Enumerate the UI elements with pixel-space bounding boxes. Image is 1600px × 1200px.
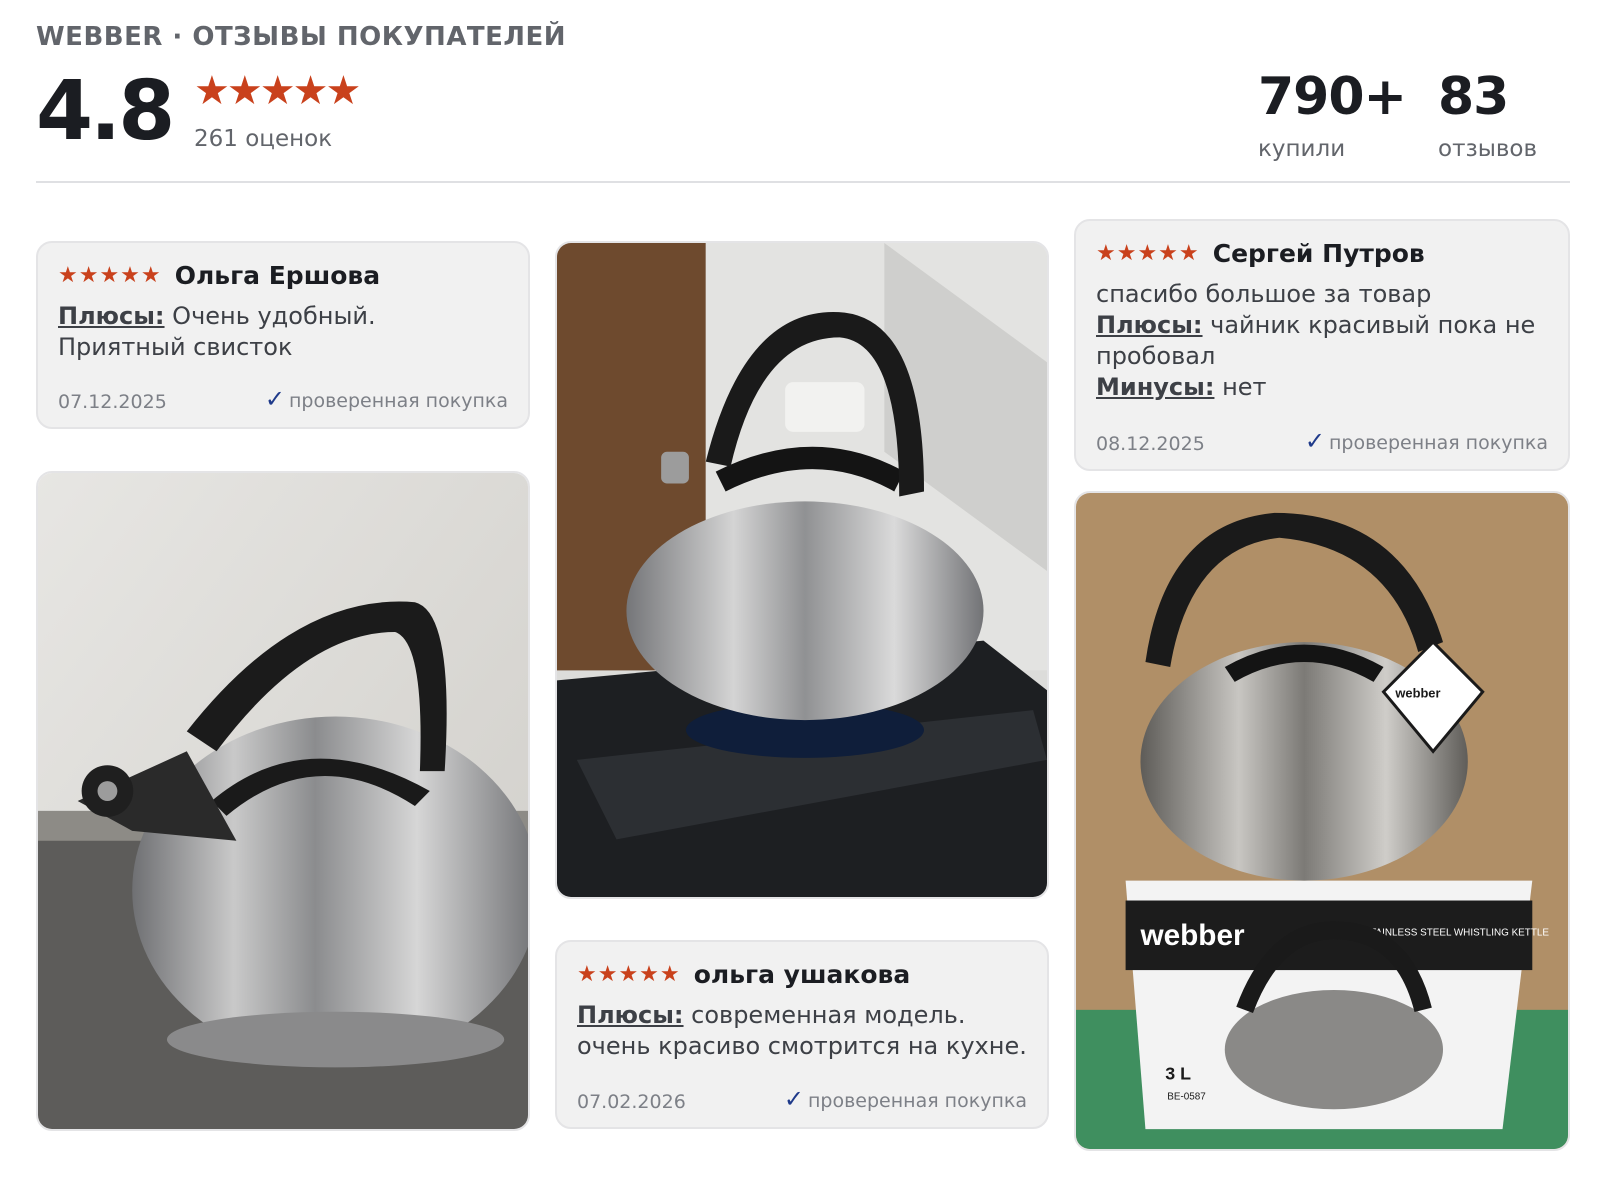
review-card[interactable]: ★★★★★ ольга ушакова Плюсы: современная м… [555,940,1049,1129]
review-author: ольга ушакова [693,960,911,989]
review-photo[interactable] [36,471,530,1131]
cons-row: Минусы: нет [1096,372,1548,403]
stat-purchased-label: купили [1258,136,1346,162]
cons-label: Минусы: [1096,373,1215,401]
review-date: 07.12.2025 [58,391,167,413]
pros-label: Плюсы: [1096,311,1203,339]
review-stars: ★★★★★ [577,962,681,987]
cons-text: нет [1222,373,1267,401]
review-stars: ★★★★★ [58,263,162,288]
average-rating: 4.8 [36,64,175,159]
review-text: Плюсы: Очень удобный. Приятный свисток [58,301,508,363]
verified-purchase-label: проверенная покупка [288,390,508,412]
pros-label: Плюсы: [577,1001,684,1029]
verified-purchase-badge: ✓ проверенная покупка [784,1085,1027,1113]
brand-reviews-title: WEBBER · ОТЗЫВЫ ПОКУПАТЕЛЕЙ [36,22,567,52]
reviews-header: WEBBER · ОТЗЫВЫ ПОКУПАТЕЛЕЙ 4.8 ★★★★★ 26… [36,22,1570,182]
review-card-header: ★★★★★ Сергей Путров [1096,239,1425,268]
review-stars: ★★★★★ [1096,241,1200,266]
review-card[interactable]: ★★★★★ Ольга Ершова Плюсы: Очень удобный.… [36,241,530,429]
stat-reviews: 83 отзывов [1438,64,1537,162]
box-brand-text: webber [1139,919,1245,952]
review-card-header: ★★★★★ ольга ушакова [577,960,910,989]
stat-reviews-value: 83 [1438,67,1509,127]
header-divider [36,181,1570,183]
hang-tag-brand-text: webber [1394,686,1440,701]
stat-purchased: 790+ купили [1258,64,1407,162]
pros-row: Плюсы: чайник красивый пока не пробовал [1096,310,1548,372]
verified-purchase-label: проверенная покупка [807,1090,1027,1112]
verified-purchase-badge: ✓ проверенная покупка [265,385,508,413]
box-volume-text: 3 L [1165,1063,1191,1083]
average-rating-stars: ★★★★★ [194,68,361,114]
review-photo[interactable] [555,241,1049,899]
ratings-count: 261 оценок [194,126,333,152]
verified-purchase-badge: ✓ проверенная покупка [1305,427,1548,455]
review-text: Плюсы: современная модель. очень красиво… [577,1000,1027,1062]
kettle-photo-counter [38,473,528,1129]
kettle-photo-box: webber STAINLESS STEEL WHISTLING KETTLE … [1076,493,1568,1149]
review-date: 07.02.2026 [577,1091,686,1113]
stat-reviews-label: отзывов [1438,136,1538,162]
box-model-text: BE-0587 [1167,1091,1206,1102]
review-card-header: ★★★★★ Ольга Ершова [58,261,380,290]
checkmark-icon: ✓ [264,385,285,413]
review-author: Ольга Ершова [174,261,381,290]
review-comment: спасибо большое за товар [1096,280,1432,308]
pros-label: Плюсы: [58,302,165,330]
review-card[interactable]: ★★★★★ Сергей Путров спасибо большое за т… [1074,219,1570,471]
review-author: Сергей Путров [1212,239,1425,268]
checkmark-icon: ✓ [1304,427,1325,455]
box-caption-text: STAINLESS STEEL WHISTLING KETTLE [1364,927,1550,938]
review-date: 08.12.2025 [1096,433,1205,455]
review-photo[interactable]: webber STAINLESS STEEL WHISTLING KETTLE … [1074,491,1570,1151]
kettle-photo-stove [557,243,1047,897]
stat-purchased-value: 790+ [1258,67,1407,127]
review-text: спасибо большое за товар Плюсы: чайник к… [1096,279,1548,403]
verified-purchase-label: проверенная покупка [1328,432,1548,454]
checkmark-icon: ✓ [783,1085,804,1113]
